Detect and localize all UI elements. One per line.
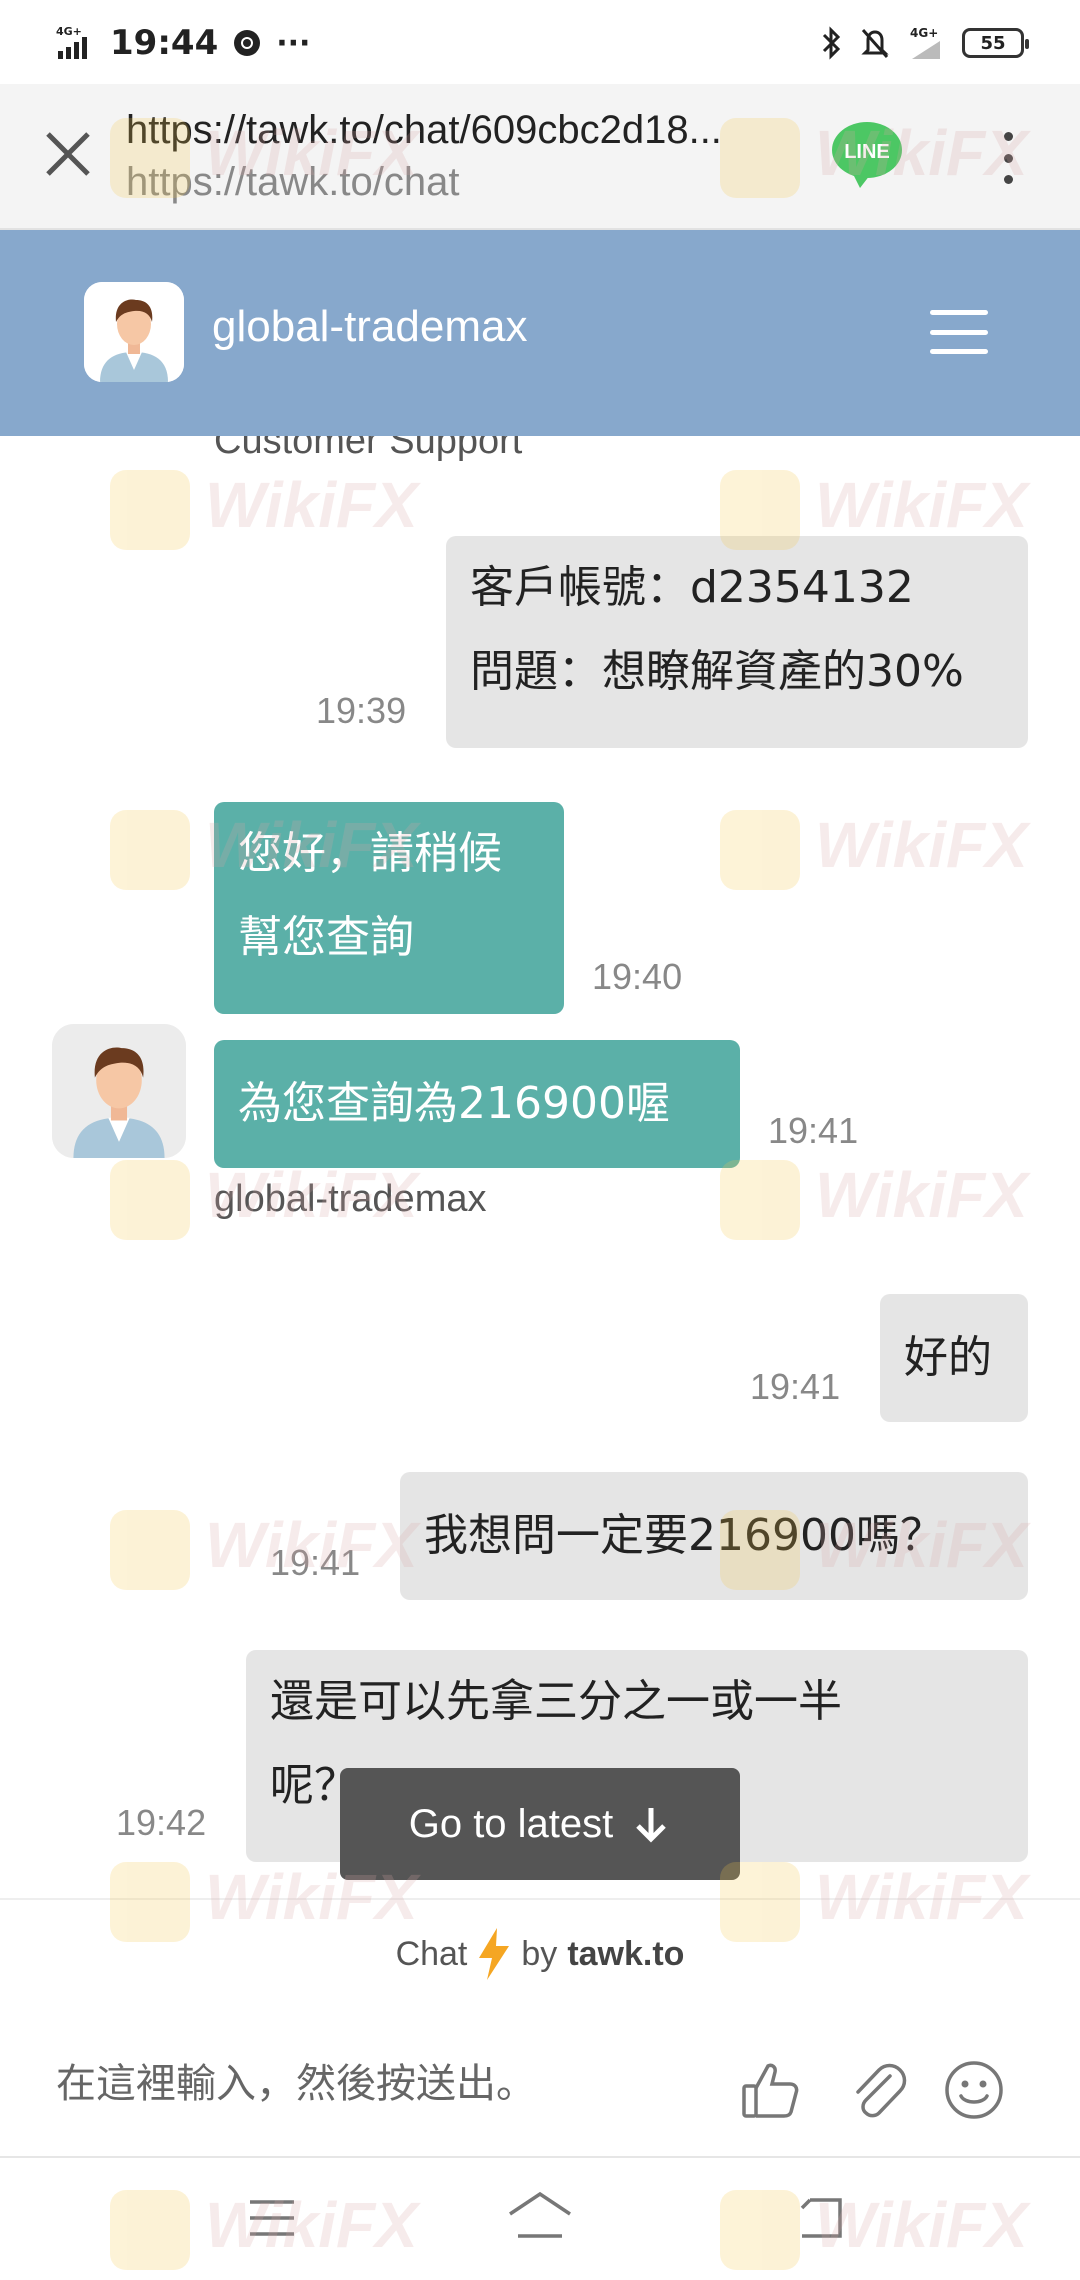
svg-text:4G+: 4G+ <box>910 26 938 40</box>
message-time: 19:40 <box>592 956 683 997</box>
person-avatar-icon <box>52 1024 186 1158</box>
message-bubble-agent: 您好，請稍候 幫您查詢 <box>214 802 564 1014</box>
browser-toolbar: https://tawk.to/chat/609cbc2d18... https… <box>0 84 1080 230</box>
message-text: 為您查詢為216900喔 <box>238 1078 670 1129</box>
message-bubble-visitor: 好的 <box>880 1294 1028 1422</box>
close-tab-button[interactable] <box>38 124 98 184</box>
message-text: 客戶帳號：d2354132 <box>470 562 914 613</box>
status-right: 4G+ 55 <box>820 18 1029 68</box>
overflow-menu-button[interactable] <box>990 126 1026 190</box>
svg-text:4G+: 4G+ <box>56 25 82 38</box>
arrow-down-icon <box>636 1808 667 1843</box>
paperclip-icon <box>856 2063 907 2118</box>
message-text: 我想問一定要216900嗎？ <box>424 1510 944 1561</box>
home-icon <box>509 2191 571 2238</box>
message-bubble-visitor: 我想問一定要216900嗎？ <box>400 1472 1028 1600</box>
message-time: 19:41 <box>750 1366 841 1407</box>
agent-avatar <box>84 282 184 382</box>
go-to-latest-button[interactable]: Go to latest <box>340 1768 740 1880</box>
home-button[interactable] <box>504 2188 576 2248</box>
chat-title: global-trademax <box>212 302 528 351</box>
smiley-icon <box>945 2061 1003 2119</box>
message-bubble-agent: 為您查詢為216900喔 <box>214 1040 740 1168</box>
menu-icon <box>250 2200 294 2236</box>
clock: 19:44 <box>110 23 219 63</box>
sender-label: global-trademax <box>214 1178 487 1220</box>
message-time: 19:42 <box>116 1802 207 1843</box>
menu-line <box>930 349 988 354</box>
close-icon <box>46 132 90 176</box>
branding-by: by <box>521 1934 558 1973</box>
agent-avatar <box>52 1024 186 1158</box>
message-text: 還是可以先拿三分之一或一半 <box>270 1676 842 1727</box>
message-text: 您好，請稍候 <box>238 828 502 879</box>
dot-icon <box>1003 153 1013 163</box>
message-time: 19:39 <box>316 690 407 731</box>
message-time: 19:41 <box>768 1110 859 1151</box>
menu-line <box>930 310 988 315</box>
back-icon <box>800 2198 842 2238</box>
more-notifications-icon: ··· <box>276 25 311 61</box>
page-url[interactable]: https://tawk.to/chat/609cbc2d18... <box>126 108 786 153</box>
go-to-latest-label: Go to latest <box>408 1801 614 1846</box>
line-app-label: LINE <box>844 141 890 163</box>
message-bubble-visitor: 客戶帳號：d2354132 問題：想瞭解資產的30% <box>446 536 1028 748</box>
status-bar: 4G+ 19:44 ··· 4G+ 55 <box>0 0 1080 84</box>
chat-menu-button[interactable] <box>930 310 988 354</box>
dot-icon <box>1003 175 1013 184</box>
attach-file-button[interactable] <box>846 2058 910 2122</box>
message-text: 問題：想瞭解資產的30% <box>470 646 964 697</box>
message-text: 幫您查詢 <box>238 912 414 963</box>
battery-indicator: 55 <box>962 28 1029 58</box>
message-text: 好的 <box>904 1332 992 1383</box>
bluetooth-icon <box>822 26 841 60</box>
message-list[interactable]: Customer Support 客戶帳號：d2354132 問題：想瞭解資產的… <box>0 436 1080 1898</box>
back-button[interactable] <box>792 2188 856 2248</box>
sender-label: Customer Support <box>214 436 523 462</box>
mobile-data-icon: 4G+ <box>910 26 940 59</box>
mute-bell-icon <box>861 29 889 58</box>
message-input[interactable] <box>56 2052 696 2116</box>
thumbs-up-icon <box>742 2063 799 2118</box>
recent-apps-button[interactable] <box>240 2188 304 2248</box>
powered-by[interactable]: Chat by tawk.to <box>0 1898 1080 2008</box>
line-app-icon: LINE <box>832 122 902 188</box>
rating-button[interactable] <box>738 2058 802 2122</box>
menu-line <box>930 329 988 335</box>
message-composer <box>0 2008 1080 2158</box>
branding-chat: Chat <box>395 1934 468 1973</box>
page-url-short: https://tawk.to/chat <box>126 160 460 204</box>
signal-icon: 4G+ <box>56 25 87 59</box>
dot-icon <box>1003 132 1013 141</box>
emoji-button[interactable] <box>942 2058 1006 2122</box>
chat-header: global-trademax <box>0 230 1080 436</box>
lightning-icon <box>479 1928 510 1980</box>
chrome-icon <box>234 30 261 56</box>
person-avatar-icon <box>84 282 184 382</box>
message-time: 19:41 <box>270 1542 361 1583</box>
system-nav-bar <box>0 2158 1080 2280</box>
branding-brand: tawk.to <box>567 1934 685 1973</box>
line-share-button[interactable]: LINE <box>830 120 904 188</box>
status-left: 4G+ 19:44 ··· <box>56 18 310 68</box>
